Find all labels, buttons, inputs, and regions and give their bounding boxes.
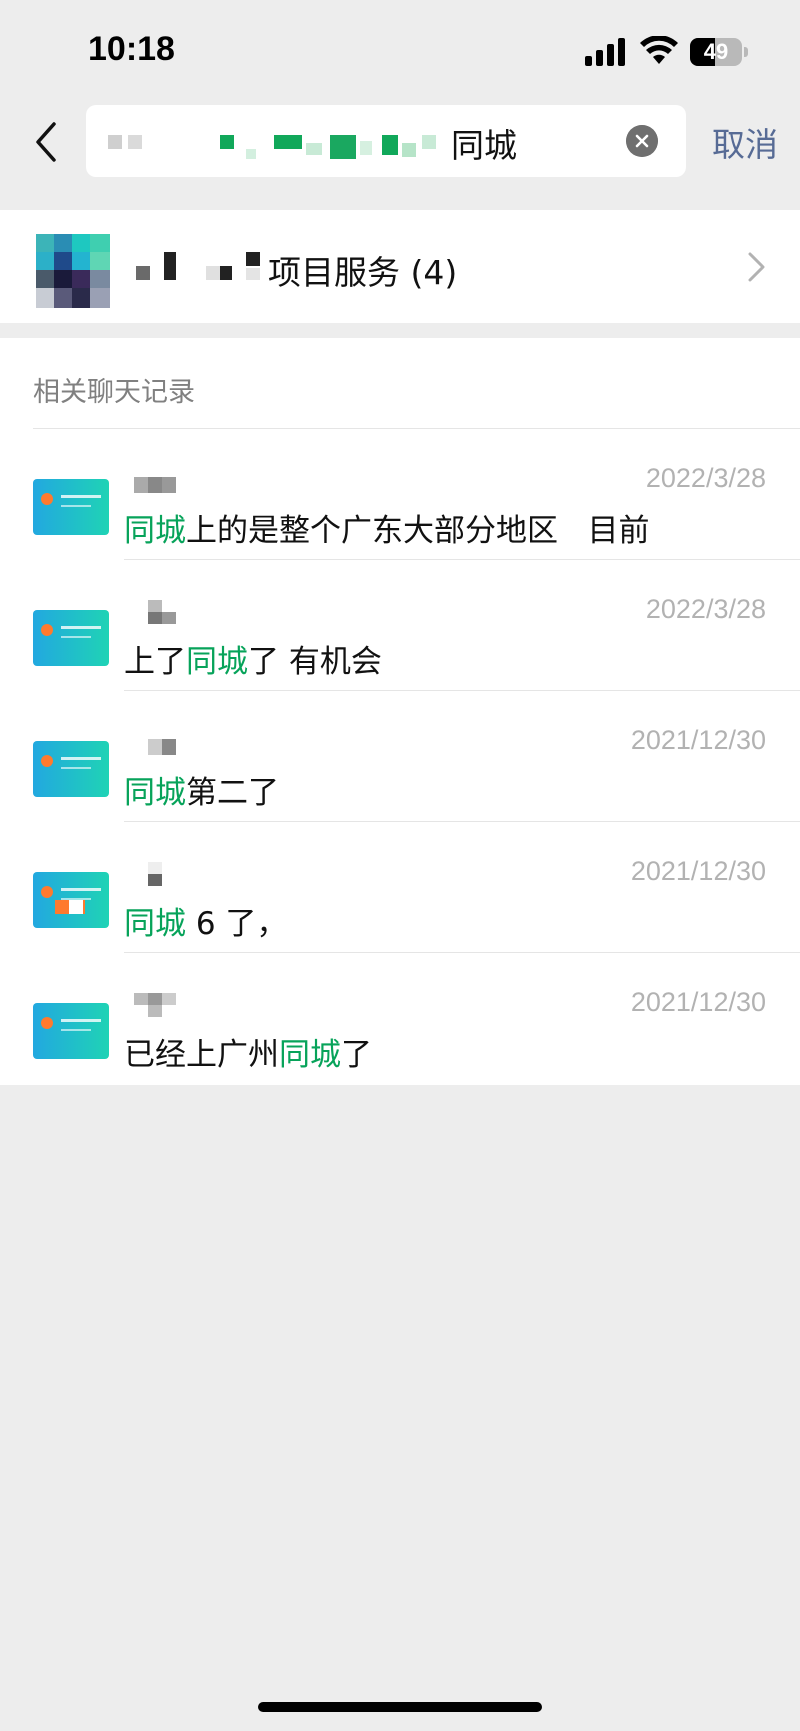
back-icon[interactable] — [28, 116, 68, 168]
search-keyword: 同城 — [451, 126, 517, 165]
record-date: 2022/3/28 — [645, 463, 766, 493]
clear-icon[interactable] — [626, 125, 658, 157]
cancel-button[interactable]: 取消 — [712, 118, 778, 166]
chat-record-item[interactable]: 2022/3/28 上了同城了 有机会 — [0, 560, 800, 691]
record-message: 上了同城了 有机会 — [124, 644, 382, 680]
record-message: 同城 6 了， — [124, 906, 288, 942]
group-name: 项目服务 (4) — [268, 253, 458, 292]
chat-record-item[interactable]: 2021/12/30 同城第二了 — [0, 691, 800, 822]
search-input[interactable]: 同城 — [86, 105, 686, 177]
record-date: 2022/3/28 — [645, 594, 766, 624]
signal-icon — [585, 38, 625, 66]
redacted-text — [108, 135, 122, 149]
battery-level: 49 — [703, 39, 729, 64]
group-result-row[interactable]: 项目服务 (4) — [0, 210, 800, 323]
record-message: 同城上的是整个广东大部分地区 目前 — [124, 513, 650, 549]
status-time: 10:18 — [88, 30, 175, 68]
record-date: 2021/12/30 — [630, 987, 766, 1017]
battery-icon: 49 — [690, 38, 748, 66]
keyword-highlight: 同城 — [124, 513, 186, 549]
contact-avatar — [33, 1003, 109, 1059]
chevron-right-icon — [748, 252, 765, 282]
chat-record-item[interactable]: 2021/12/30 同城 6 了， — [0, 822, 800, 953]
redacted-text — [136, 266, 150, 280]
record-message: 已经上广州同城了 — [124, 1037, 372, 1073]
keyword-highlight: 同城 — [186, 644, 248, 680]
group-avatar — [36, 234, 110, 308]
keyword-highlight: 同城 — [279, 1037, 341, 1073]
record-date: 2021/12/30 — [630, 856, 766, 886]
contact-avatar — [33, 741, 109, 797]
contact-avatar — [33, 479, 109, 535]
chat-record-item[interactable]: 2021/12/30 已经上广州同城了 — [0, 953, 800, 1084]
home-indicator[interactable] — [258, 1702, 542, 1712]
chat-records-section: 相关聊天记录 2022/3/28 同城上的是整个广东大部分地区 目前 2022/… — [0, 338, 800, 1085]
contact-avatar — [33, 872, 109, 928]
record-message: 同城第二了 — [124, 775, 279, 811]
status-bar: 10:18 49 — [0, 0, 800, 100]
section-title: 相关聊天记录 — [33, 377, 195, 408]
record-date: 2021/12/30 — [630, 725, 766, 755]
contact-avatar — [33, 610, 109, 666]
wifi-icon — [640, 36, 678, 64]
keyword-highlight: 同城 — [124, 775, 186, 811]
chat-record-item[interactable]: 2022/3/28 同城上的是整个广东大部分地区 目前 — [0, 429, 800, 560]
keyword-highlight: 同城 — [124, 906, 186, 942]
